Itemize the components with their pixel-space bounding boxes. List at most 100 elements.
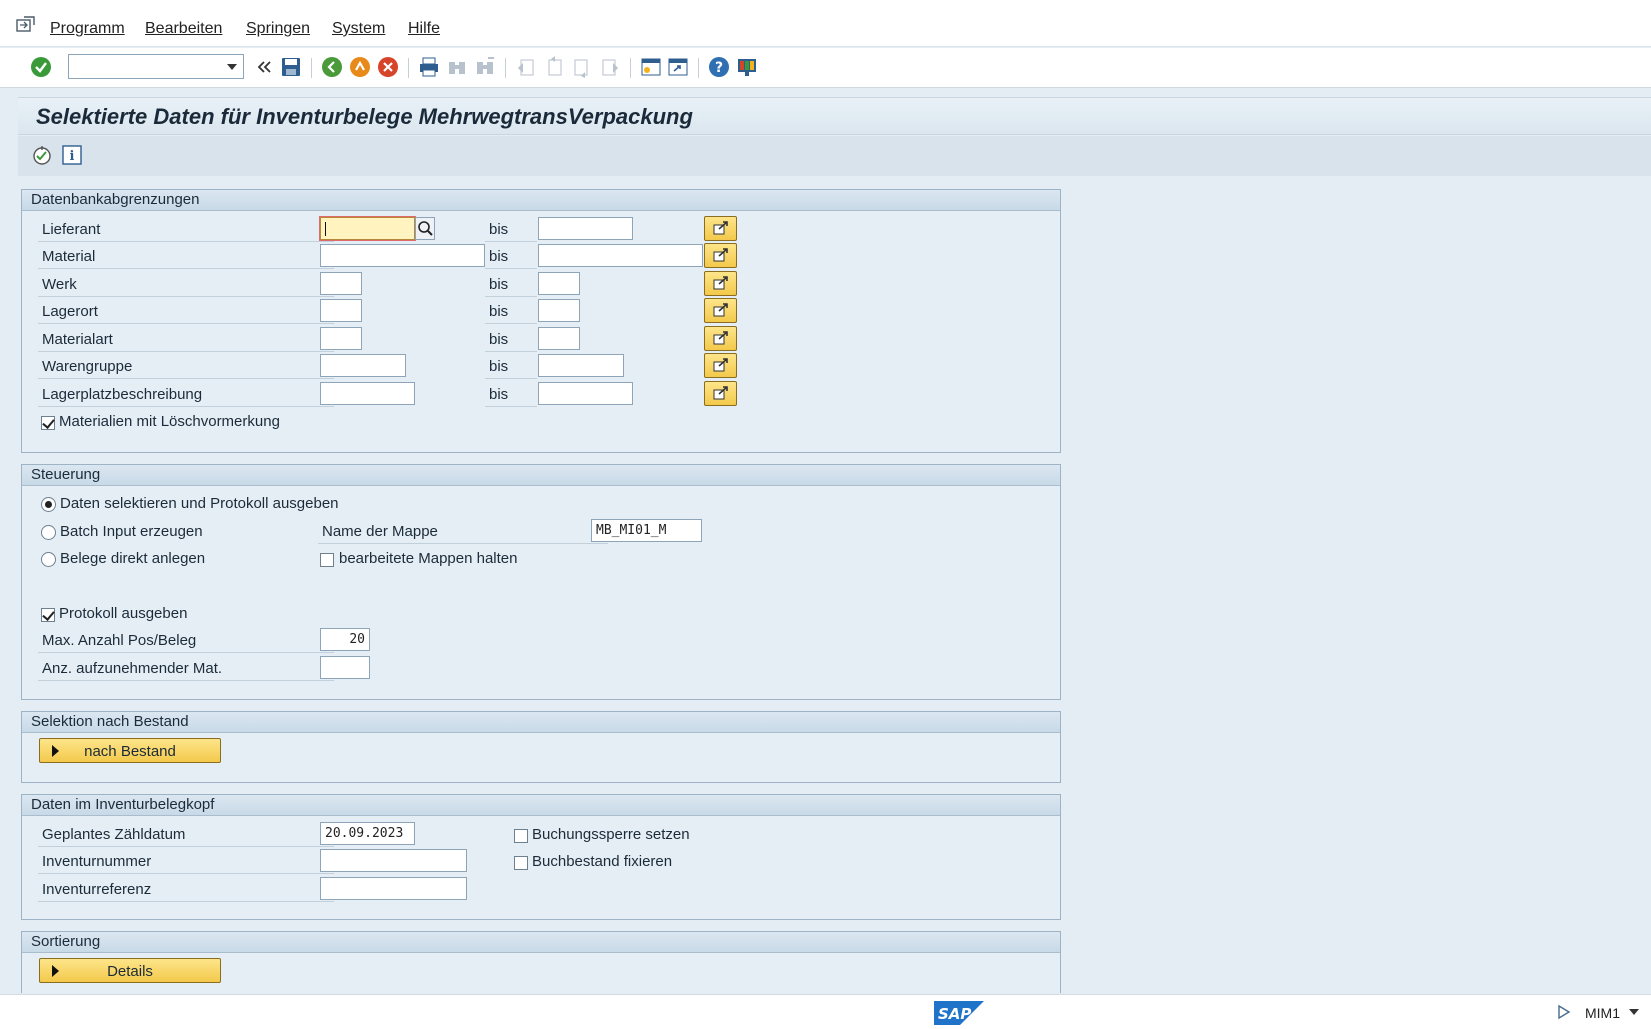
anz-mat-input[interactable] — [320, 656, 370, 679]
execute-icon[interactable] — [31, 145, 53, 167]
menu-bearbeiten[interactable]: Bearbeiten — [145, 20, 222, 38]
label-underline — [485, 378, 537, 379]
previous-page-icon[interactable] — [543, 56, 565, 78]
multiple-selection-icon — [713, 276, 728, 290]
warengruppe-to-input[interactable] — [538, 354, 624, 377]
label-underline — [485, 241, 537, 242]
help-icon[interactable]: ? — [708, 56, 730, 78]
materialart-from-input[interactable] — [320, 327, 362, 350]
back-icon[interactable] — [321, 56, 343, 78]
menu-bar: Programm Bearbeiten Springen System Hilf… — [0, 0, 1651, 47]
menu-hilfe[interactable]: Hilfe — [408, 20, 440, 38]
buchbestand-checkbox[interactable] — [514, 856, 528, 870]
label-underline — [485, 268, 537, 269]
menu-system[interactable]: System — [332, 20, 385, 38]
buchbestand-label: Buchbestand fixieren — [532, 853, 673, 870]
play-triangle-icon[interactable] — [1557, 1004, 1571, 1020]
radio-batch-input[interactable] — [41, 525, 56, 540]
label-underline — [38, 323, 334, 324]
create-session-icon[interactable] — [640, 56, 662, 78]
lagerort-from-input[interactable] — [320, 299, 362, 322]
multiple-selection-button[interactable] — [704, 271, 737, 296]
warengruppe-label: Warengruppe — [42, 358, 133, 375]
loeschvormerkung-checkbox[interactable] — [41, 416, 55, 430]
enter-check-icon[interactable] — [30, 56, 52, 78]
material-from-input[interactable] — [320, 244, 485, 267]
lieferant-from-input[interactable] — [320, 217, 415, 240]
inventurnummer-input[interactable] — [320, 849, 467, 872]
label-underline — [38, 378, 334, 379]
inventurreferenz-input[interactable] — [320, 877, 467, 900]
protokoll-label: Protokoll ausgeben — [59, 605, 188, 622]
label-underline — [38, 241, 334, 242]
multiple-selection-icon — [713, 331, 728, 345]
menu-toggle-icon[interactable] — [16, 16, 36, 34]
materialart-to-input[interactable] — [538, 327, 580, 350]
label-underline — [38, 680, 334, 681]
shortcut-icon[interactable] — [667, 56, 689, 78]
bis-label: bis — [489, 303, 509, 320]
maxpos-input[interactable]: 20 — [320, 628, 370, 651]
lagerplatzbeschreibung-to-input[interactable] — [538, 382, 633, 405]
customize-layout-icon[interactable] — [736, 56, 758, 78]
standard-toolbar: ? — [0, 48, 1651, 88]
command-input[interactable] — [69, 55, 219, 77]
chevron-down-icon[interactable] — [1629, 1009, 1639, 1015]
group-header: Selektion nach Bestand — [22, 712, 1060, 733]
command-field[interactable] — [68, 54, 244, 79]
toolbar-separator — [698, 58, 699, 78]
nach-bestand-button[interactable]: nach Bestand — [39, 738, 221, 763]
print-icon[interactable] — [418, 56, 440, 78]
back-double-arrow-icon[interactable] — [253, 56, 275, 78]
radio-belege-direkt[interactable] — [41, 552, 56, 567]
group-inventurbelegkopf: Daten im Inventurbelegkopf Geplantes Zäh… — [21, 794, 1061, 920]
find-icon[interactable] — [446, 56, 468, 78]
label-underline — [38, 268, 334, 269]
menu-programm[interactable]: Programm — [50, 20, 125, 38]
lagerort-to-input[interactable] — [538, 299, 580, 322]
lieferant-to-input[interactable] — [538, 217, 633, 240]
multiple-selection-button[interactable] — [704, 353, 737, 378]
last-page-icon[interactable] — [599, 56, 621, 78]
group-header: Datenbankabgrenzungen — [22, 190, 1060, 211]
details-button[interactable]: Details — [39, 958, 221, 983]
multiple-selection-button[interactable] — [704, 298, 737, 323]
save-icon[interactable] — [280, 56, 302, 78]
multiple-selection-button[interactable] — [704, 326, 737, 351]
warengruppe-from-input[interactable] — [320, 354, 406, 377]
mappe-input[interactable]: MB_MI01_M — [591, 519, 702, 542]
zaehldatum-input[interactable]: 20.09.2023 — [320, 822, 415, 845]
multiple-selection-button[interactable] — [704, 216, 737, 241]
lagerplatzbeschreibung-from-input[interactable] — [320, 382, 415, 405]
multiple-selection-button[interactable] — [704, 243, 737, 268]
label-underline — [38, 846, 334, 847]
mappen-halten-checkbox[interactable] — [320, 553, 334, 567]
cancel-icon[interactable] — [377, 56, 399, 78]
label-underline — [38, 351, 334, 352]
toolbar-separator — [505, 58, 506, 78]
werk-from-input[interactable] — [320, 272, 362, 295]
group-selektion-bestand: Selektion nach Bestand nach Bestand — [21, 711, 1061, 783]
radio-daten-selektieren[interactable] — [41, 497, 56, 512]
first-page-icon[interactable] — [515, 56, 537, 78]
bis-label: bis — [489, 386, 509, 403]
bis-label: bis — [489, 248, 509, 265]
buchungssperre-checkbox[interactable] — [514, 829, 528, 843]
label-underline — [318, 543, 608, 544]
svg-text:i: i — [70, 149, 75, 164]
label-underline — [38, 652, 334, 653]
search-help-button[interactable] — [415, 217, 435, 240]
multiple-selection-button[interactable] — [704, 381, 737, 406]
werk-to-input[interactable] — [538, 272, 580, 295]
next-page-icon[interactable] — [571, 56, 593, 78]
find-next-icon[interactable] — [474, 56, 496, 78]
menu-springen[interactable]: Springen — [246, 20, 310, 38]
material-to-input[interactable] — [538, 244, 703, 267]
buchungssperre-label: Buchungssperre setzen — [532, 826, 690, 843]
exit-icon[interactable] — [349, 56, 371, 78]
bis-label: bis — [489, 221, 509, 238]
protokoll-checkbox[interactable] — [41, 608, 55, 622]
chevron-down-icon[interactable] — [227, 64, 237, 70]
info-icon[interactable]: i — [62, 145, 82, 165]
werk-label: Werk — [42, 276, 77, 293]
